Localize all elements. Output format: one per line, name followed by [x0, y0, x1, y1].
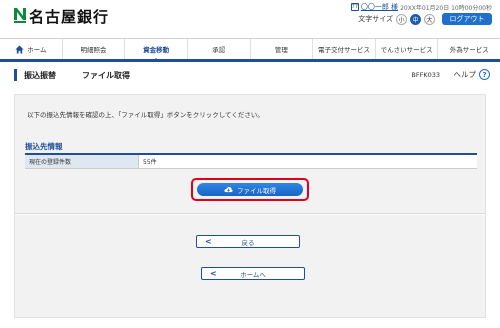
- home-label: ホームへ: [240, 270, 266, 279]
- registered-count-value: 55件: [143, 159, 157, 166]
- nav-item-home[interactable]: ホーム: [0, 39, 63, 59]
- page-title: 振込振替: [24, 71, 56, 80]
- registered-count-label: 現在の登録件数: [25, 155, 139, 168]
- cloud-download-icon: [224, 187, 233, 193]
- section-title: 振込先情報: [25, 142, 63, 151]
- nav-item-label: ホーム: [27, 46, 47, 54]
- help-label: ヘルプ: [453, 70, 477, 79]
- user-icon: 77: [350, 3, 359, 11]
- user-info: 77 〇〇一郎 様 20XX年01月20日 10時00分00秒: [350, 2, 492, 12]
- font-size-label: 文字サイズ: [358, 15, 393, 23]
- logout-button[interactable]: ログアウト: [442, 13, 492, 25]
- nav-item-densai[interactable]: でんさいサービス: [376, 39, 439, 59]
- title-accent-bar: [14, 69, 17, 81]
- nav-item-label: 承認: [212, 46, 226, 54]
- file-download-button[interactable]: ファイル取得: [197, 183, 303, 196]
- home-button[interactable]: < ホームへ: [201, 267, 305, 280]
- header: 名古屋銀行 77 〇〇一郎 様 20XX年01月20日 10時00分00秒 文字…: [0, 0, 500, 34]
- file-button-highlight: ファイル取得: [191, 178, 309, 201]
- nav-item-approval[interactable]: 承認: [188, 39, 251, 59]
- nav-item-label: 電子交付サービス: [317, 46, 370, 54]
- nav-item-forex[interactable]: 外為サービス: [438, 39, 500, 59]
- page-subtitle: ファイル取得: [82, 71, 130, 80]
- back-label: 戻る: [241, 238, 255, 247]
- info-row: 現在の登録件数 55件: [25, 155, 477, 169]
- instruction-text: 以下の振込先情報を確認の上、「ファイル取得」ボタンをクリックしてください。: [27, 111, 264, 119]
- user-name-link[interactable]: 〇〇一郎 様: [361, 2, 398, 12]
- nav-item-management[interactable]: 管理: [251, 39, 314, 59]
- nav-item-label: でんさいサービス: [380, 46, 433, 54]
- bank-name: 名古屋銀行: [29, 8, 110, 26]
- back-button[interactable]: < 戻る: [196, 235, 300, 248]
- font-size-large-button[interactable]: 大: [424, 13, 435, 25]
- content-panel: 以下の振込先情報を確認の上、「ファイル取得」ボタンをクリックしてください。 振込…: [14, 94, 486, 318]
- screen-id: BFFK033: [411, 71, 440, 79]
- help-link[interactable]: ヘルプ ?: [453, 69, 490, 80]
- font-size-control: 文字サイズ 小 中 大 ログアウト: [358, 13, 492, 25]
- nav-item-label: 資金移動: [143, 46, 170, 54]
- content-divider: [15, 213, 485, 215]
- font-size-small-button[interactable]: 小: [396, 13, 407, 25]
- chevron-left-icon: <: [210, 269, 217, 278]
- nav-item-fund-transfer[interactable]: 資金移動: [125, 39, 188, 62]
- global-nav: ホーム 明細照会 資金移動 承認 管理 電子交付サービス でんさいサービス 外為…: [0, 38, 500, 62]
- nav-item-label: 管理: [274, 46, 288, 54]
- nav-item-label: 明細照会: [80, 46, 107, 54]
- bank-logo-icon: [14, 8, 26, 23]
- last-login-time: 20XX年01月20日 10時00分00秒: [400, 4, 492, 12]
- chevron-left-icon: <: [205, 237, 212, 246]
- help-icon: ?: [479, 69, 490, 80]
- file-download-label: ファイル取得: [237, 186, 276, 195]
- nav-item-statements[interactable]: 明細照会: [63, 39, 126, 59]
- font-size-medium-button[interactable]: 中: [410, 13, 421, 25]
- page-title-bar: 振込振替 ファイル取得 BFFK033 ヘルプ ?: [0, 66, 500, 86]
- home-icon: [15, 44, 24, 54]
- nav-item-label: 外為サービス: [449, 46, 489, 54]
- nav-item-e-delivery[interactable]: 電子交付サービス: [313, 39, 376, 59]
